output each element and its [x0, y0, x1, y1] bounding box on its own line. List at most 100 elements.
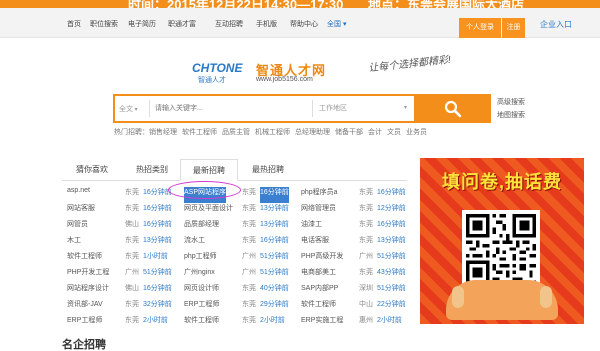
search-bar: 全文 ▾ 工作地区 ▾ — [113, 94, 416, 123]
tab-hottest[interactable]: 最热招聘 — [238, 159, 298, 181]
table-row: 网管员 佛山 16分钟前 品质部经理 东莞 13分钟前 油漆工 东莞 16分钟前 — [67, 219, 412, 235]
tab-guess[interactable]: 猜你喜欢 — [62, 159, 122, 181]
job-title-link[interactable]: 油漆工 — [301, 219, 322, 235]
job-title-link[interactable]: 软件工程师 — [301, 299, 336, 315]
job-city: 东莞 — [242, 317, 256, 324]
job-time: 2小时前 — [143, 317, 168, 324]
job-time: 2小时前 — [260, 317, 285, 324]
top-banner[interactable]: 时间：2015年12月22日14:30—17:30 地点：东莞会展国际大酒店 — [0, 0, 600, 8]
job-title-link[interactable]: 电商部美工 — [301, 267, 336, 283]
job-title-link[interactable]: 资讯部-JAV — [67, 299, 103, 315]
nav-mobile[interactable]: 手机版 — [256, 19, 277, 29]
site-logo[interactable]: CHTONE 智通人才 智通人才网 www.job5156.com — [192, 60, 362, 86]
nav-resume[interactable]: 电子简历 — [128, 19, 156, 29]
ad-title: 填问卷,抽话费 — [441, 172, 562, 192]
job-time: 2小时前 — [377, 317, 402, 324]
banner-place: 地点：东莞会展国际大酒店 — [368, 0, 525, 8]
job-title-link[interactable]: ERP工程师 — [184, 299, 219, 315]
hot-search-item[interactable]: 销售经理 — [149, 129, 177, 136]
job-time: 13分钟前 — [377, 237, 406, 244]
area-select[interactable]: 工作地区 ▾ — [312, 100, 411, 117]
job-title-link[interactable]: 网站客服 — [67, 203, 95, 219]
job-time: 51分钟前 — [377, 253, 406, 260]
section-title-famous-companies: 名企招聘 — [62, 339, 106, 351]
nav-region[interactable]: 全国 ▾ — [327, 19, 346, 29]
job-time: 29分钟前 — [260, 301, 289, 308]
hot-search-item[interactable]: 业务员 — [406, 129, 427, 136]
login-button[interactable]: 个人登录 — [459, 18, 501, 38]
job-title-link[interactable]: 品质部经理 — [184, 219, 219, 235]
top-nav: 首页 职位搜索 电子简历 职通才富 互动招聘 手机版 帮助中心 全国 ▾ 个人登… — [0, 8, 600, 38]
job-time: 32分钟前 — [143, 301, 172, 308]
job-city: 东莞 — [242, 301, 256, 308]
nav-career[interactable]: 职通才富 — [168, 19, 196, 29]
job-city: 东莞 — [359, 189, 373, 196]
map-search-link[interactable]: 地图搜索 — [497, 110, 525, 120]
qr-code-icon — [466, 214, 536, 284]
job-title-link[interactable]: SAP内部PP — [301, 283, 338, 299]
job-title-link[interactable]: 流水工 — [184, 235, 205, 251]
hot-search: 热门招聘：销售经理 软件工程师 品质主管 机械工程师 总经理助理 储备干部 会计 文员 业务员 — [114, 127, 432, 137]
job-title-link[interactable]: 网页设计师 — [184, 283, 219, 299]
survey-ad-banner[interactable]: 填问卷,抽话费 — [420, 158, 584, 324]
hot-search-item[interactable]: 文员 — [387, 129, 401, 136]
job-time: 13分钟前 — [260, 221, 289, 228]
enterprise-entry-link[interactable]: 企业入口 — [540, 19, 572, 30]
job-time: 13分钟前 — [143, 237, 172, 244]
job-city: 东莞 — [359, 237, 373, 244]
job-city: 广州 — [242, 269, 256, 276]
job-time: 51分钟前 — [260, 269, 289, 276]
nav-help[interactable]: 帮助中心 — [290, 19, 318, 29]
job-city: 广州 — [242, 253, 256, 260]
job-title-link[interactable]: PHP开发工程 — [67, 267, 109, 283]
keyword-input[interactable] — [155, 100, 305, 117]
register-button[interactable]: 注册 — [502, 18, 525, 38]
nav-job-search[interactable]: 职位搜索 — [90, 19, 118, 29]
job-title-link[interactable]: ERP工程师 — [67, 315, 102, 331]
job-city: 东莞 — [242, 221, 256, 228]
nav-interactive[interactable]: 互动招聘 — [215, 19, 243, 29]
job-city: 东莞 — [359, 221, 373, 228]
job-city: 广州 — [359, 253, 373, 260]
job-title-link[interactable]: 电话客服 — [301, 235, 329, 251]
hot-search-item[interactable]: 软件工程师 — [182, 129, 217, 136]
nav-home[interactable]: 首页 — [67, 19, 81, 29]
job-time: 16分钟前 — [260, 187, 289, 203]
job-title-link[interactable]: 网管员 — [67, 219, 88, 235]
job-title-link[interactable]: asp.net — [67, 187, 90, 203]
job-title-link[interactable]: 网络管理员 — [301, 203, 336, 219]
job-title-link[interactable]: 木工 — [67, 235, 81, 251]
advanced-search-link[interactable]: 高级搜索 — [497, 97, 525, 107]
table-row: 网站客服 东莞 16分钟前 网页及平面设计 东莞 13分钟前 网络管理员 东莞 … — [67, 203, 412, 219]
job-title-link[interactable]: 网站程序设计 — [67, 283, 109, 299]
hands-illustration — [446, 280, 558, 320]
hot-search-item[interactable]: 会计 — [368, 129, 382, 136]
logo-url: www.job5156.com — [256, 76, 313, 83]
job-title-link[interactable]: PHP高级开发 — [301, 251, 343, 267]
job-title-link[interactable]: 软件工程师 — [184, 315, 219, 331]
hot-search-item[interactable]: 机械工程师 — [255, 129, 290, 136]
job-title-link[interactable]: 广州nginx — [184, 267, 215, 283]
slogan: 让每个选择都精彩! — [367, 54, 452, 75]
tab-latest[interactable]: 最新招聘 — [180, 159, 238, 181]
chevron-down-icon: ▾ — [403, 105, 407, 111]
job-city: 惠州 — [359, 317, 373, 324]
job-time: 43分钟前 — [377, 269, 406, 276]
job-time: 16分钟前 — [143, 205, 172, 212]
job-time: 22分钟前 — [377, 301, 406, 308]
scope-select[interactable]: 全文 ▾ — [119, 104, 138, 114]
job-title-link[interactable]: php工程师 — [184, 251, 217, 267]
job-city: 中山 — [359, 301, 373, 308]
job-city: 东莞 — [359, 205, 373, 212]
tab-hot-category[interactable]: 热招类别 — [122, 159, 182, 181]
table-row: PHP开发工程 广州 51分钟前 广州nginx 广州 51分钟前 电商部美工 … — [67, 267, 412, 283]
job-title-link[interactable]: ERP实施工程 — [301, 315, 343, 331]
search-button[interactable] — [416, 94, 491, 123]
hot-search-item[interactable]: 品质主管 — [222, 129, 250, 136]
job-title-link[interactable]: 软件工程师 — [67, 251, 102, 267]
job-title-link[interactable]: 网页及平面设计 — [184, 203, 233, 219]
job-title-link[interactable]: php程序员a — [301, 187, 338, 203]
hot-search-item[interactable]: 总经理助理 — [295, 129, 330, 136]
hot-search-item[interactable]: 储备干部 — [335, 129, 363, 136]
job-city: 深圳 — [359, 285, 373, 292]
